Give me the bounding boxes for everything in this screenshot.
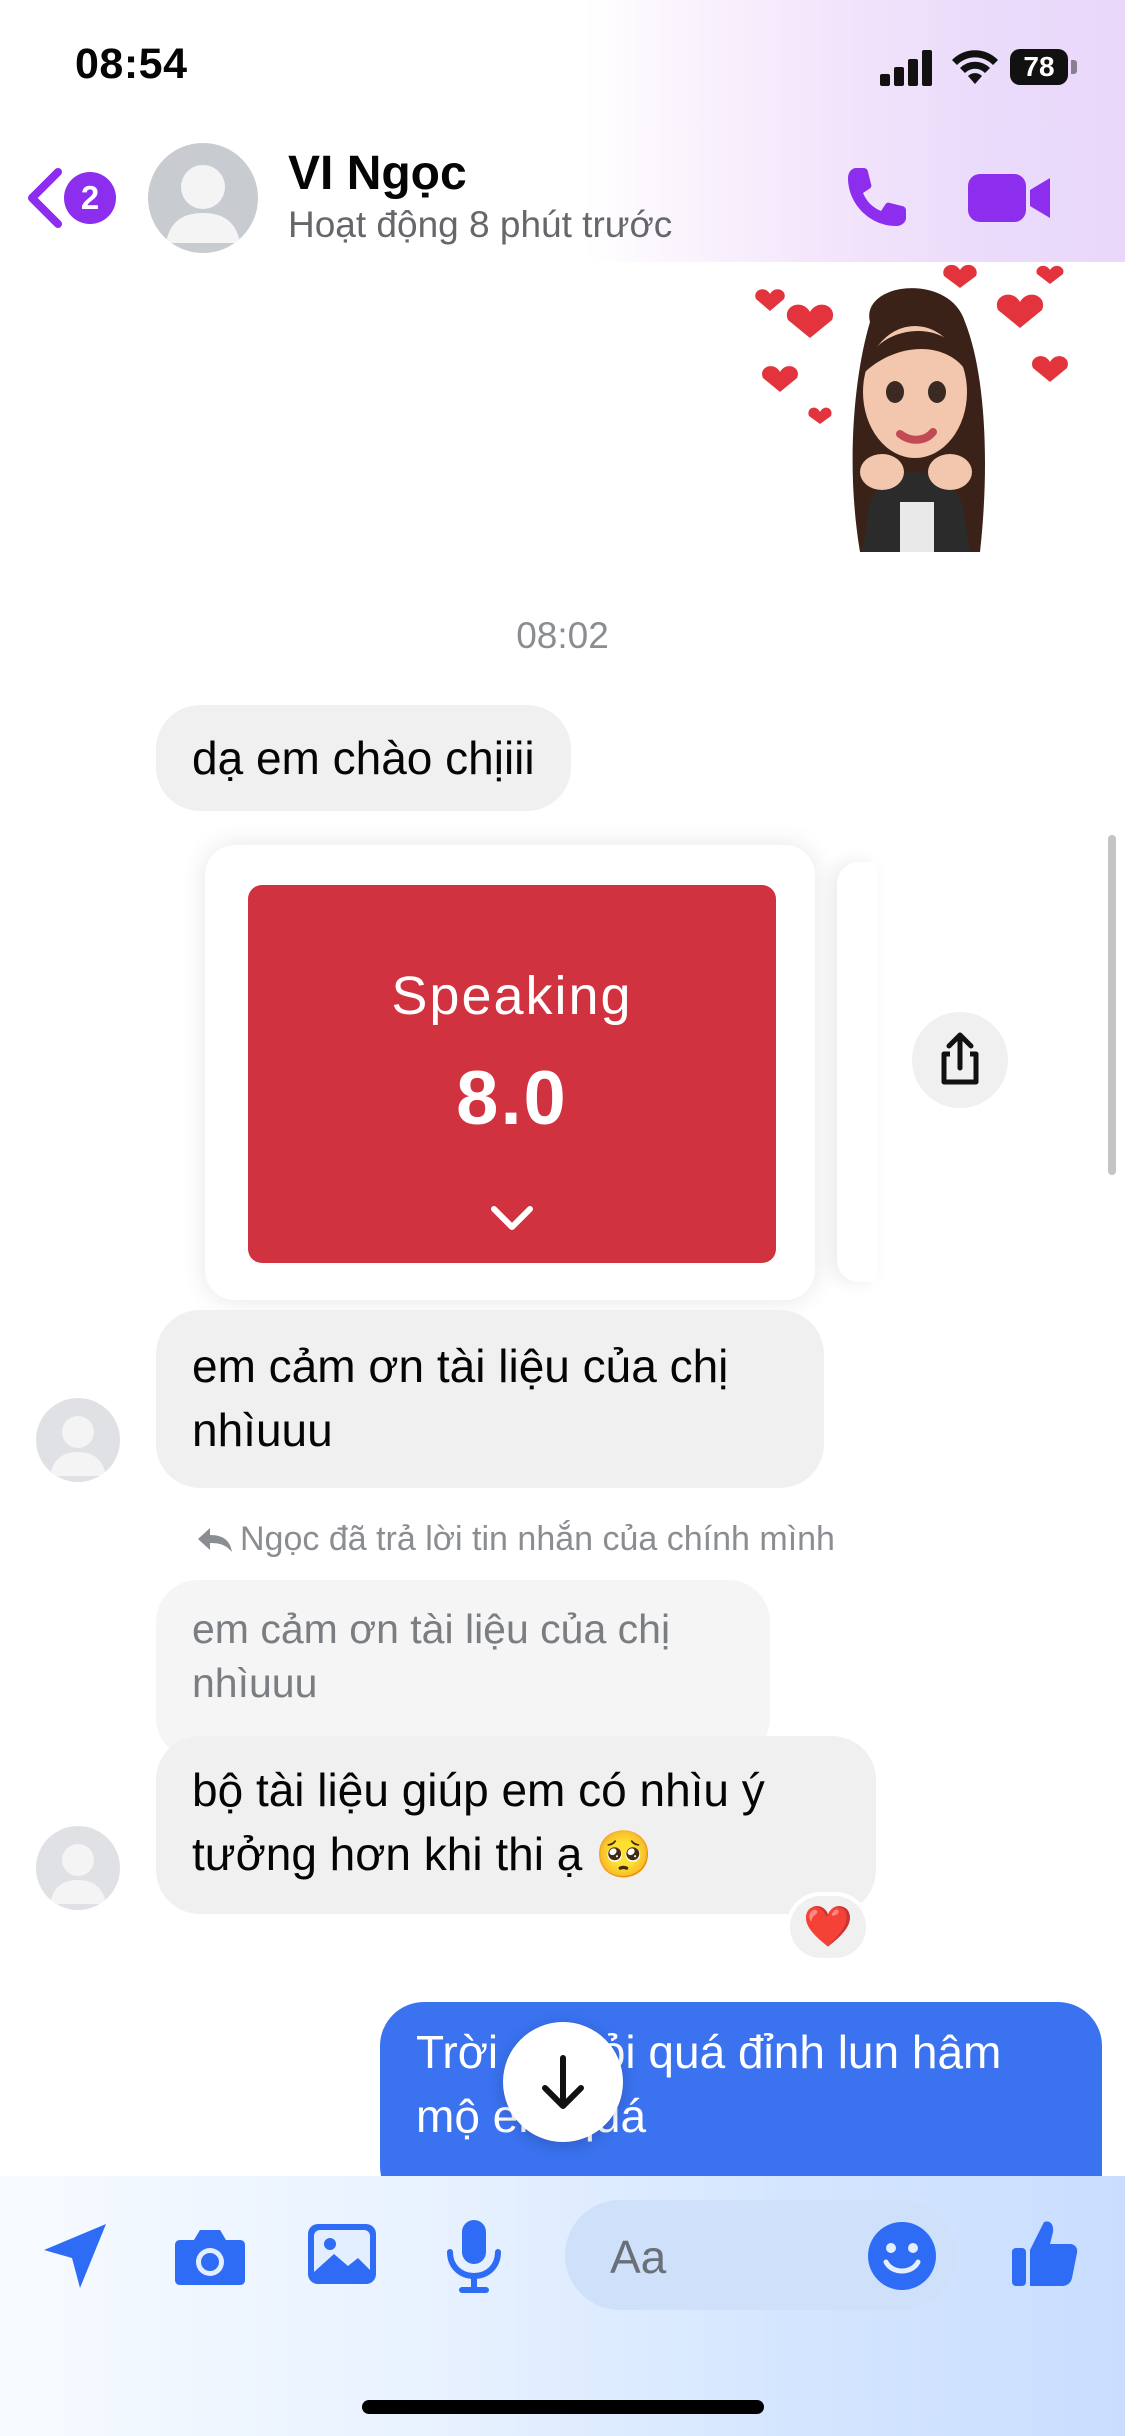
gallery-icon[interactable] <box>302 2214 382 2294</box>
status-bar-time: 08:54 <box>75 40 188 88</box>
default-avatar-icon <box>50 1844 106 1904</box>
home-indicator <box>362 2400 764 2414</box>
heart-reaction[interactable]: ❤️ <box>790 1896 866 1958</box>
location-send-icon[interactable] <box>36 2216 116 2296</box>
like-icon[interactable] <box>1004 2212 1084 2292</box>
score-value: 8.0 <box>456 1056 568 1141</box>
chevron-left-icon <box>28 168 62 228</box>
message-timestamp: 08:02 <box>516 615 609 656</box>
heart-icon: ❤️ <box>803 1905 853 1949</box>
arrow-down-icon <box>542 2055 584 2109</box>
scrollbar[interactable] <box>1108 835 1116 1175</box>
wifi-icon <box>952 50 998 84</box>
reply-arrow-icon <box>198 1528 232 1552</box>
default-avatar-icon <box>50 1416 106 1476</box>
battery-indicator: 78 <box>1010 49 1080 85</box>
incoming-message[interactable]: bộ tài liệu giúp em có nhìu ý tưởng hơn … <box>156 1736 876 1914</box>
avatar-sticker[interactable] <box>750 262 1090 562</box>
share-icon <box>941 1032 979 1085</box>
share-button[interactable] <box>912 1012 1008 1108</box>
incoming-message[interactable]: dạ em chào chịiii <box>156 705 571 811</box>
next-image-preview[interactable] <box>837 862 877 1282</box>
sender-avatar[interactable] <box>36 1398 120 1482</box>
camera-icon[interactable] <box>170 2216 250 2296</box>
video-call-icon[interactable] <box>966 168 1052 228</box>
message-input-placeholder: Aa <box>610 2231 667 2283</box>
reply-indicator-text: Ngọc đã trả lời tin nhắn của chính mình <box>240 1520 835 1558</box>
scroll-to-bottom-button[interactable] <box>503 2022 623 2142</box>
contact-name[interactable]: VI Ngọc <box>288 146 467 201</box>
battery-level: 78 <box>1010 49 1068 85</box>
sender-avatar[interactable] <box>36 1826 120 1910</box>
unread-count-badge: 2 <box>64 172 116 224</box>
contact-avatar[interactable] <box>148 143 258 253</box>
microphone-icon[interactable] <box>434 2216 514 2296</box>
score-label: Speaking <box>391 966 633 1026</box>
emoji-icon[interactable] <box>862 2216 942 2296</box>
reply-indicator: Ngọc đã trả lời tin nhắn của chính mình <box>196 1520 835 1559</box>
contact-active-status: Hoạt động 8 phút trước <box>288 204 673 245</box>
quoted-message-text: em cảm ơn tài liệu của chị nhìuuu <box>192 1606 671 1706</box>
composer-bar <box>0 2176 1125 2436</box>
chevron-down-icon <box>491 1206 533 1230</box>
incoming-message[interactable]: em cảm ơn tài liệu của chị nhìuuu <box>156 1310 824 1488</box>
speaking-score-image[interactable]: Speaking 8.0 <box>248 885 776 1263</box>
phone-icon[interactable] <box>842 162 912 232</box>
default-avatar-icon <box>166 165 240 243</box>
cellular-signal-icon <box>880 50 932 86</box>
back-button[interactable]: 2 <box>22 162 132 234</box>
